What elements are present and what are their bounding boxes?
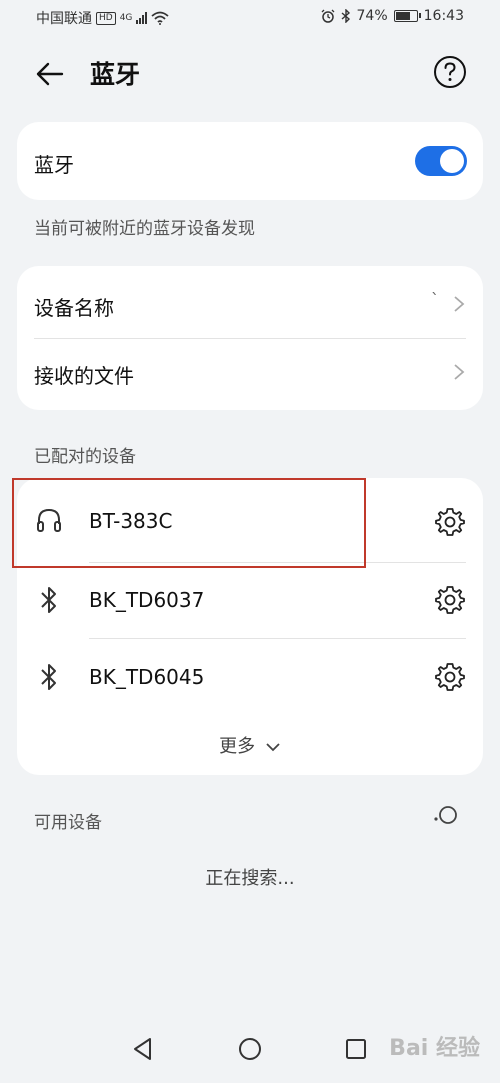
wifi-icon [151,11,169,25]
device-name: BK_TD6037 [89,588,205,612]
device-settings-card: 设备名称 ` 接收的文件 [17,266,483,410]
bluetooth-toggle-card[interactable]: 蓝牙 [17,122,483,200]
bluetooth-toggle[interactable] [415,146,467,176]
chevron-down-icon [266,743,280,752]
device-name: BK_TD6045 [89,665,205,689]
nav-recents-icon[interactable] [343,1036,369,1062]
received-files-label: 接收的文件 [34,364,134,388]
bluetooth-icon [41,587,56,613]
status-bar-right: 74% 16:43 [321,8,464,24]
status-bar-left: 中国联通 HD 4G [36,8,169,28]
visibility-text: 当前可被附近的蓝牙设备发现 [34,219,255,239]
paired-device-row[interactable]: BK_TD6037 [17,562,483,640]
help-icon[interactable] [433,55,467,89]
nav-back-icon[interactable] [130,1036,156,1062]
gear-icon[interactable] [434,661,466,693]
loading-spinner-icon [434,806,457,824]
chevron-right-icon [454,296,465,312]
bluetooth-settings-screen: 中国联通 HD 4G 74% 16:43 蓝牙 蓝牙 当前可被附近的蓝牙设备发现… [0,0,500,1083]
back-arrow-icon[interactable] [34,58,66,90]
signal-icon [136,12,148,24]
searching-text: 正在搜索... [205,868,295,889]
clock: 16:43 [423,8,464,24]
gear-icon[interactable] [434,506,466,538]
gear-icon[interactable] [434,584,466,616]
battery-icon [393,10,421,22]
battery-fill [395,12,410,20]
highlight-box [12,478,366,568]
paired-devices-header: 已配对的设备 [34,447,136,467]
bluetooth-icon [41,664,56,690]
alarm-icon [321,9,334,23]
toggle-knob [440,149,464,173]
device-name-row[interactable]: 设备名称 ` [17,266,483,338]
more-label: 更多 [219,736,256,757]
bluetooth-label: 蓝牙 [34,153,74,177]
bluetooth-status-icon [341,9,350,23]
received-files-row[interactable]: 接收的文件 [17,338,483,410]
hd-badge: HD [96,11,116,25]
more-button[interactable]: 更多 [0,732,500,758]
paired-device-row[interactable]: BK_TD6045 [17,638,483,716]
watermark: Bai 经验 [389,1036,480,1061]
network-type: 4G [119,13,133,23]
device-name-value: ` [431,290,439,309]
battery-percent: 74% [356,8,388,24]
nav-home-icon[interactable] [237,1036,263,1062]
page-title: 蓝牙 [90,60,141,89]
device-name-label: 设备名称 [34,296,114,320]
chevron-right-icon [454,364,465,380]
available-devices-header: 可用设备 [34,813,102,833]
carrier-label: 中国联通 [36,11,92,27]
